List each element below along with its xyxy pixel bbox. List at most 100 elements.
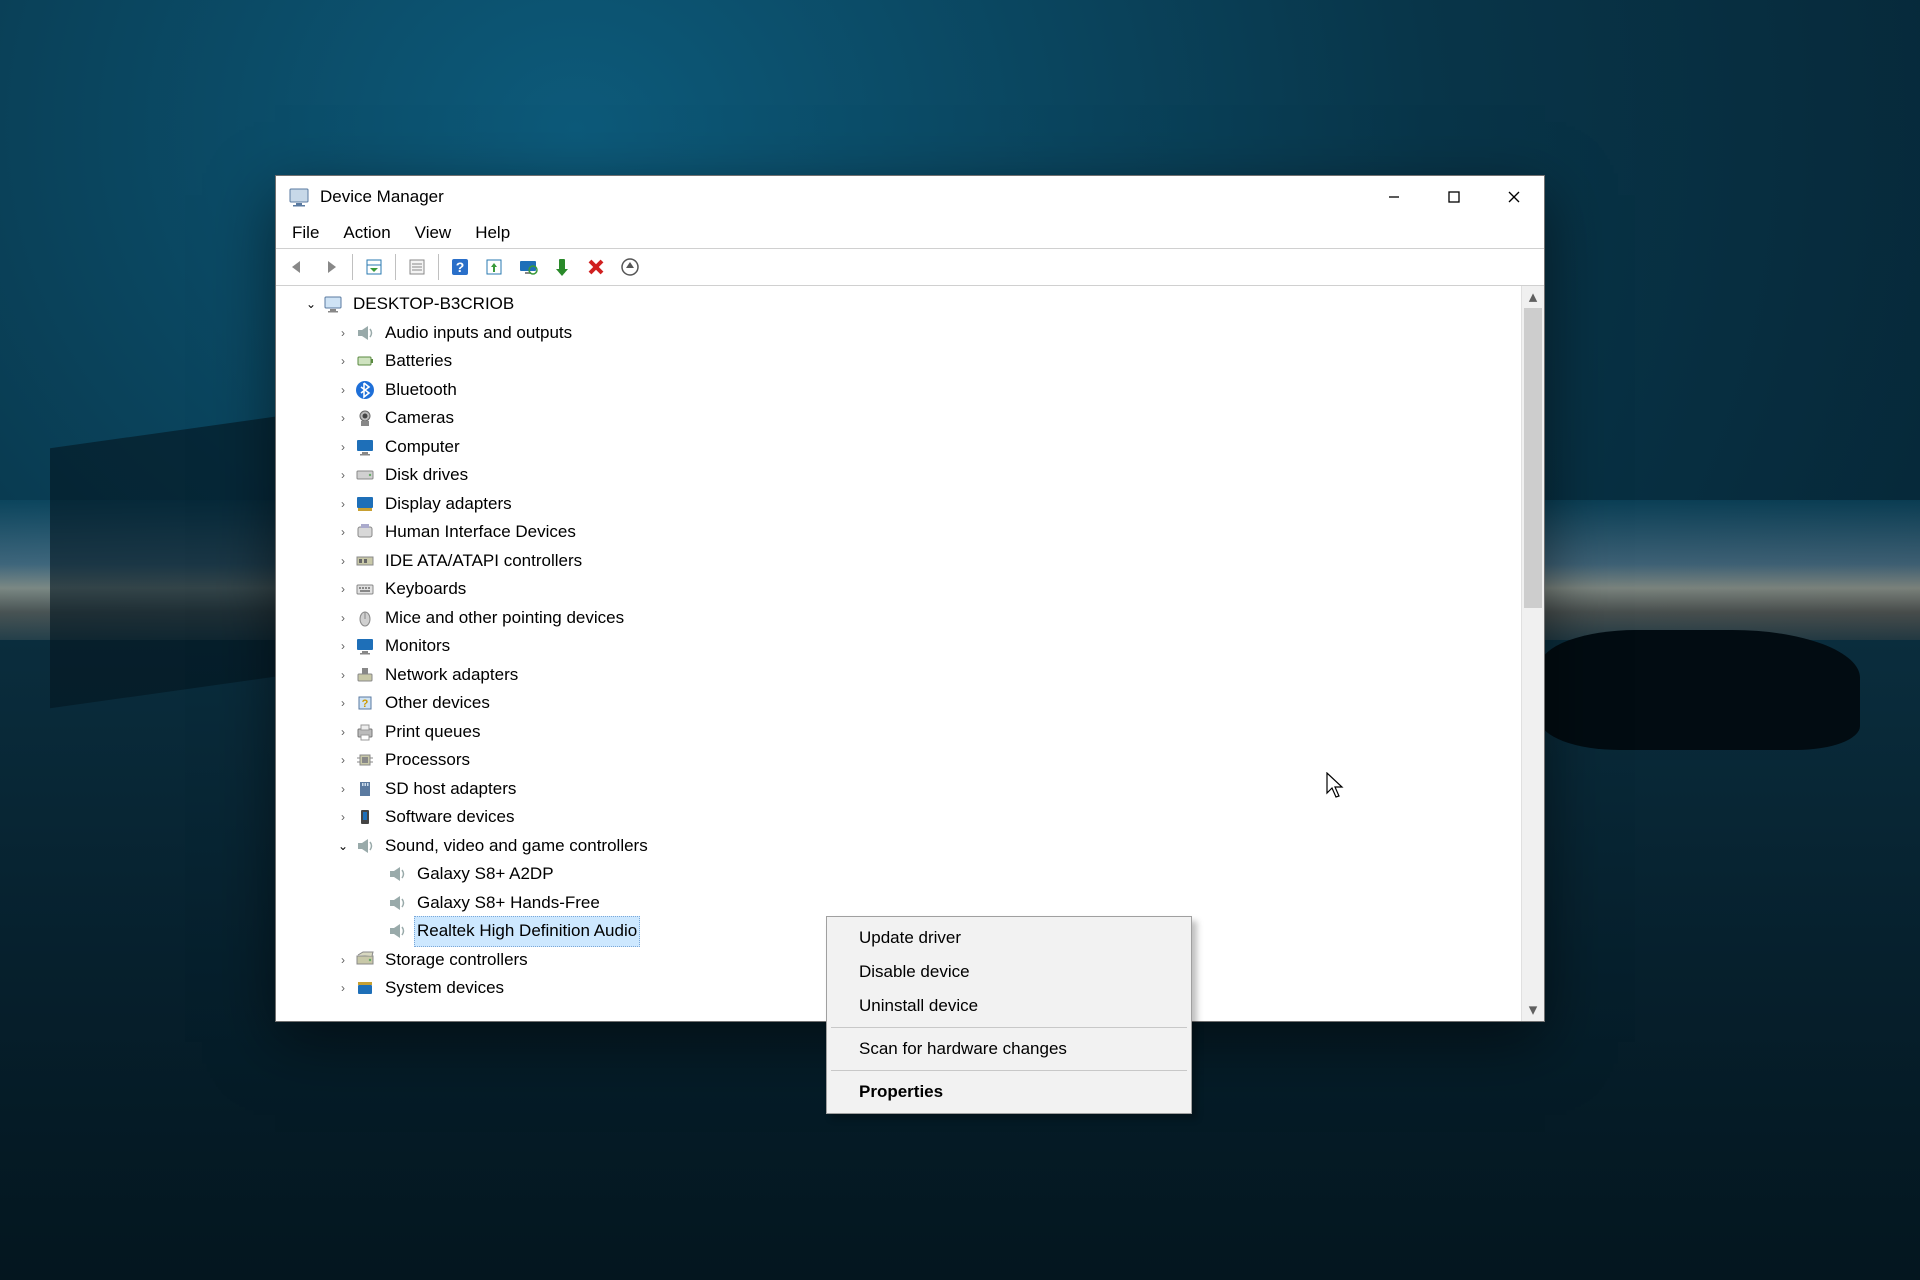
disk-icon [354, 464, 376, 486]
menu-file[interactable]: File [282, 220, 329, 246]
tree-label: Human Interface Devices [382, 518, 579, 547]
device-manager-window: Device Manager File Action View Help ? [275, 175, 1545, 1022]
speaker-icon [386, 920, 408, 942]
expand-arrow-icon[interactable]: › [334, 746, 352, 775]
properties-button[interactable] [402, 252, 432, 282]
expand-arrow-icon[interactable]: › [334, 518, 352, 547]
tree-label: Print queues [382, 718, 483, 747]
expand-arrow-icon[interactable]: › [334, 547, 352, 576]
svg-text:?: ? [456, 259, 465, 275]
scroll-thumb[interactable] [1524, 308, 1542, 608]
tree-label: Processors [382, 746, 473, 775]
expand-arrow-icon[interactable]: › [334, 347, 352, 376]
tree-category[interactable]: ›Network adapters [284, 661, 1521, 690]
tree-category[interactable]: › Monitors [284, 632, 1521, 661]
expand-arrow-icon[interactable]: › [334, 376, 352, 405]
menu-action[interactable]: Action [333, 220, 400, 246]
expand-arrow-icon[interactable]: › [334, 974, 352, 1003]
tree-category[interactable]: › Keyboards [284, 575, 1521, 604]
svg-text:?: ? [362, 698, 369, 710]
tree-category[interactable]: ›Cameras [284, 404, 1521, 433]
tree-category[interactable]: ›Display adapters [284, 490, 1521, 519]
expand-arrow-icon[interactable]: › [334, 319, 352, 348]
menu-help[interactable]: Help [465, 220, 520, 246]
scroll-down-button[interactable]: ▾ [1522, 999, 1544, 1021]
expand-arrow-icon[interactable]: › [334, 604, 352, 633]
context-menu-item[interactable]: Uninstall device [829, 989, 1189, 1023]
monitor-icon [354, 436, 376, 458]
expand-arrow-icon[interactable]: › [334, 661, 352, 690]
scan-hardware-button[interactable] [615, 252, 645, 282]
scan-monitor-button[interactable] [513, 252, 543, 282]
titlebar[interactable]: Device Manager [276, 176, 1544, 218]
help-button[interactable]: ? [445, 252, 475, 282]
hid-icon [354, 521, 376, 543]
uninstall-button[interactable] [581, 252, 611, 282]
tree-category[interactable]: ›Mice and other pointing devices [284, 604, 1521, 633]
expand-arrow-icon[interactable]: › [334, 718, 352, 747]
expand-arrow-icon[interactable]: › [334, 461, 352, 490]
speaker-icon [386, 892, 408, 914]
tree-category[interactable]: › Human Interface Devices [284, 518, 1521, 547]
monitor-icon [354, 635, 376, 657]
menu-view[interactable]: View [405, 220, 462, 246]
collapse-arrow-icon[interactable]: ⌄ [302, 290, 320, 319]
tree-root[interactable]: ⌄DESKTOP-B3CRIOB [284, 290, 1521, 319]
tree-category[interactable]: › Computer [284, 433, 1521, 462]
app-icon [288, 186, 310, 208]
tree-category[interactable]: › Batteries [284, 347, 1521, 376]
forward-button[interactable] [316, 252, 346, 282]
tree-category[interactable]: › Print queues [284, 718, 1521, 747]
back-button[interactable] [282, 252, 312, 282]
minimize-button[interactable] [1364, 176, 1424, 218]
vertical-scrollbar[interactable]: ▴ ▾ [1521, 286, 1544, 1021]
expand-arrow-icon[interactable]: › [334, 404, 352, 433]
collapse-arrow-icon[interactable]: ⌄ [334, 832, 352, 861]
expand-arrow-icon[interactable]: › [334, 632, 352, 661]
tree-category[interactable]: › Processors [284, 746, 1521, 775]
expand-arrow-icon[interactable]: › [334, 689, 352, 718]
network-icon [354, 664, 376, 686]
context-menu-item[interactable]: Update driver [829, 921, 1189, 955]
tree-device[interactable]: Galaxy S8+ A2DP [284, 860, 1521, 889]
tree-label: Batteries [382, 347, 455, 376]
maximize-button[interactable] [1424, 176, 1484, 218]
cursor-icon [1326, 772, 1346, 800]
speaker-icon [354, 322, 376, 344]
show-hidden-button[interactable] [359, 252, 389, 282]
expand-arrow-icon[interactable]: › [334, 490, 352, 519]
storage-icon [354, 949, 376, 971]
tree-category[interactable]: ›?Other devices [284, 689, 1521, 718]
scroll-up-button[interactable]: ▴ [1522, 286, 1544, 308]
context-menu-item[interactable]: Properties [829, 1075, 1189, 1109]
toolbar: ? [276, 248, 1544, 286]
tree-label: Monitors [382, 632, 453, 661]
context-menu-item[interactable]: Disable device [829, 955, 1189, 989]
battery-icon [354, 350, 376, 372]
context-menu: Update driverDisable deviceUninstall dev… [826, 916, 1192, 1114]
context-menu-separator [831, 1070, 1187, 1071]
expand-arrow-icon[interactable]: › [334, 433, 352, 462]
tree-category[interactable]: ›Disk drives [284, 461, 1521, 490]
device-tree[interactable]: ⌄DESKTOP-B3CRIOB›Audio inputs and output… [276, 286, 1521, 1021]
tree-label: Keyboards [382, 575, 469, 604]
expand-arrow-icon[interactable]: › [334, 575, 352, 604]
close-button[interactable] [1484, 176, 1544, 218]
tree-category[interactable]: ⌄Sound, video and game controllers [284, 832, 1521, 861]
tree-label: Storage controllers [382, 946, 531, 975]
tree-category[interactable]: ›Software devices [284, 803, 1521, 832]
tree-device[interactable]: Galaxy S8+ Hands-Free [284, 889, 1521, 918]
context-menu-item[interactable]: Scan for hardware changes [829, 1032, 1189, 1066]
tree-label: System devices [382, 974, 507, 1003]
enable-device-button[interactable] [547, 252, 577, 282]
expand-arrow-icon[interactable]: › [334, 946, 352, 975]
tree-category[interactable]: ›Audio inputs and outputs [284, 319, 1521, 348]
tree-category[interactable]: ›Bluetooth [284, 376, 1521, 405]
expand-arrow-icon[interactable]: › [334, 803, 352, 832]
expand-arrow-icon[interactable]: › [334, 775, 352, 804]
desktop: Device Manager File Action View Help ? [0, 0, 1920, 1280]
tree-category[interactable]: ›IDE ATA/ATAPI controllers [284, 547, 1521, 576]
tree-label: Computer [382, 433, 463, 462]
toolbar-separator [352, 254, 353, 280]
update-driver-button[interactable] [479, 252, 509, 282]
